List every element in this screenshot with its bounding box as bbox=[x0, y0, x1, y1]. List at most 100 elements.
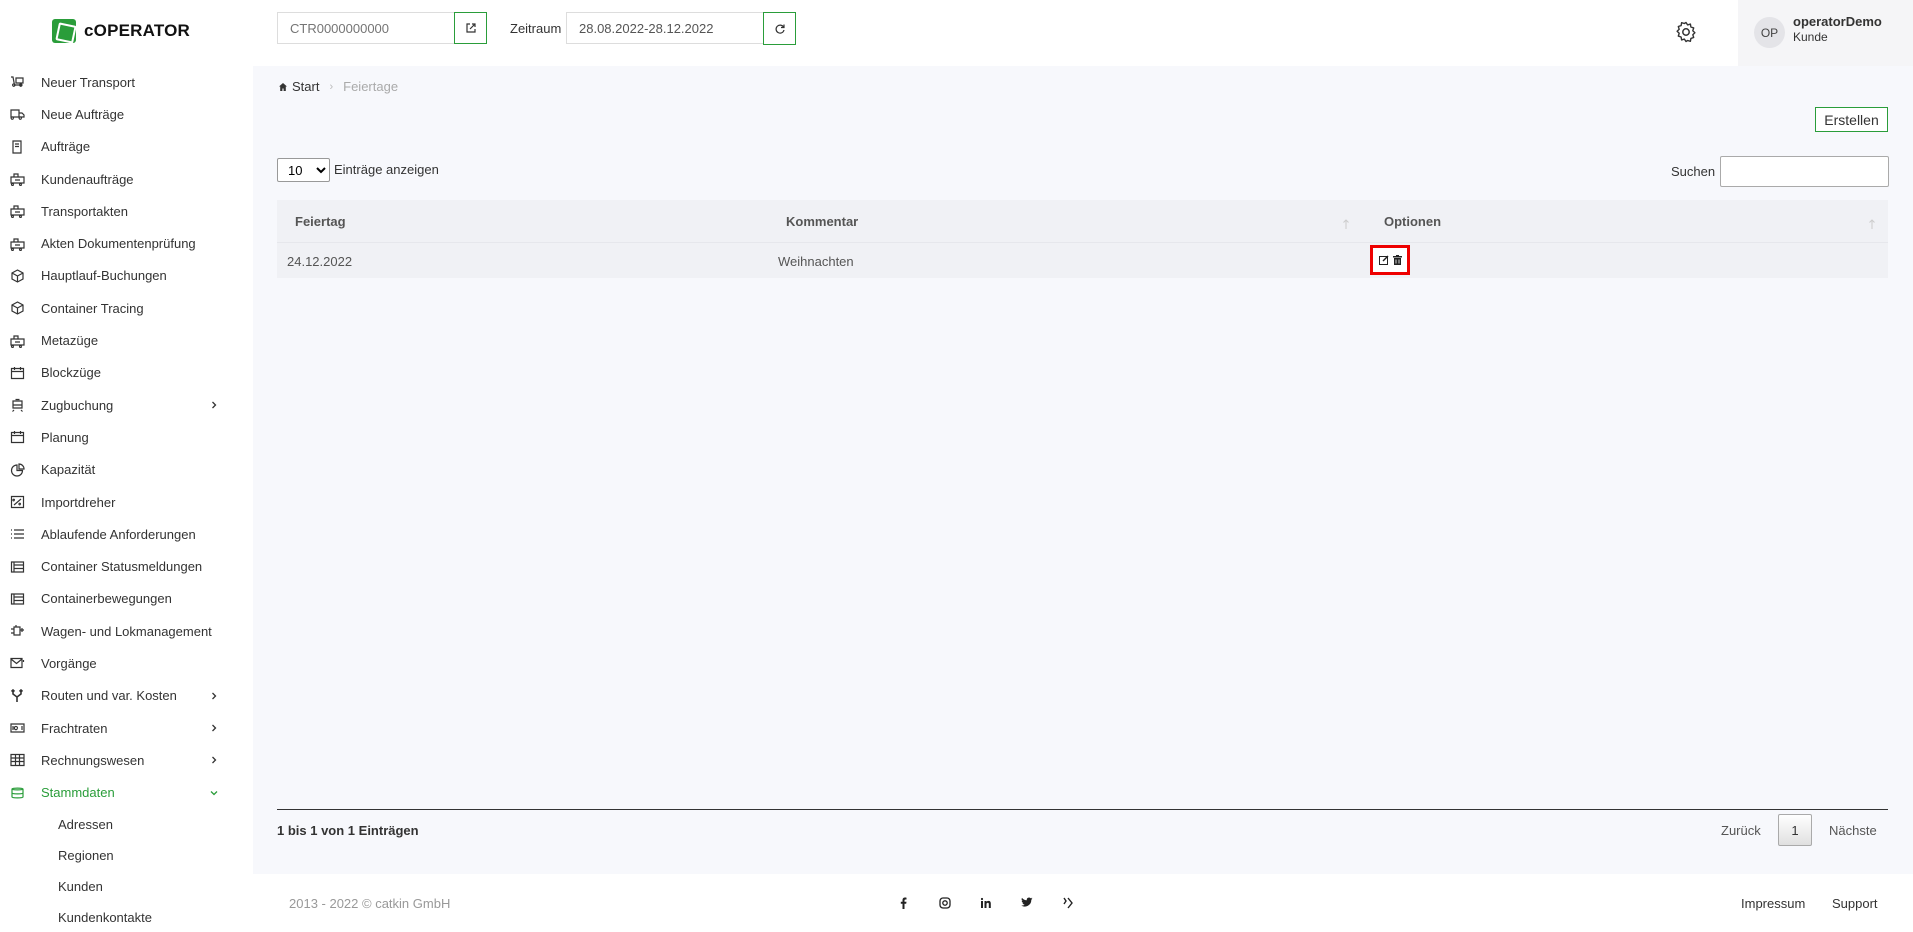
grid-doc-icon bbox=[9, 592, 25, 606]
breadcrumb: Start › Feiertage bbox=[278, 79, 398, 94]
sidebar-item-label: Containerbewegungen bbox=[41, 591, 172, 607]
chevron-right-icon bbox=[212, 692, 217, 700]
pagination-next[interactable]: Nächste bbox=[1829, 823, 1877, 838]
tram-icon bbox=[9, 398, 25, 413]
xing-icon[interactable] bbox=[1061, 896, 1074, 909]
user-name: operatorDemo bbox=[1793, 14, 1882, 29]
sidebar-item-zugbuchung[interactable]: Zugbuchung bbox=[0, 389, 253, 421]
sidebar-subitem[interactable]: Adressen bbox=[0, 809, 253, 840]
sidebar-subitem[interactable]: Kundenkontakte bbox=[0, 902, 253, 932]
sidebar-item-label: Neue Aufträge bbox=[41, 106, 125, 122]
sidebar-item-label: Rechnungswesen bbox=[41, 752, 145, 768]
search-input[interactable] bbox=[1720, 156, 1889, 187]
zeitraum-input[interactable] bbox=[566, 12, 764, 44]
table-icon bbox=[9, 753, 25, 767]
sidebar-item-hauptlauf-buchungen[interactable]: Hauptlauf-Buchungen bbox=[0, 260, 253, 292]
sidebar-subitem[interactable]: Regionen bbox=[0, 840, 253, 871]
table-header: Feiertag Kommentar Optionen bbox=[277, 200, 1888, 242]
refresh-button[interactable] bbox=[763, 12, 796, 45]
edit-icon[interactable] bbox=[1378, 255, 1389, 265]
sidebar-item-containerbewegungen[interactable]: Containerbewegungen bbox=[0, 583, 253, 615]
cell-kommentar: Weihnachten bbox=[778, 254, 854, 269]
twitter-icon[interactable] bbox=[1020, 896, 1033, 909]
delete-icon[interactable] bbox=[1392, 255, 1402, 265]
support-link[interactable]: Support bbox=[1832, 896, 1878, 911]
sidebar-item-akten-dokumentenprüfung[interactable]: Akten Dokumentenprüfung bbox=[0, 227, 253, 259]
sidebar-item-neuer-transport[interactable]: Neuer Transport bbox=[0, 66, 253, 98]
sidebar-item-label: Routen und var. Kosten bbox=[41, 688, 177, 704]
sidebar-item-kapazität[interactable]: Kapazität bbox=[0, 454, 253, 486]
cube-icon bbox=[9, 301, 25, 315]
train-icon bbox=[9, 204, 25, 219]
pagination-previous[interactable]: Zurück bbox=[1721, 823, 1761, 838]
sidebar-item-container-statusmeldungen[interactable]: Container Statusmeldungen bbox=[0, 550, 253, 582]
truck-icon bbox=[9, 75, 25, 89]
create-button[interactable]: Erstellen bbox=[1815, 107, 1888, 132]
sidebar-item-label: Transportakten bbox=[41, 203, 128, 219]
pie-chart-icon bbox=[9, 463, 25, 477]
sidebar-item-transportakten[interactable]: Transportakten bbox=[0, 195, 253, 227]
sidebar-item-kundenaufträge[interactable]: Kundenaufträge bbox=[0, 163, 253, 195]
home-icon bbox=[279, 82, 287, 91]
sidebar-item-metazüge[interactable]: Metazüge bbox=[0, 324, 253, 356]
sidebar-item-label: Metazüge bbox=[41, 333, 99, 349]
sidebar-item-planung[interactable]: Planung bbox=[0, 421, 253, 453]
sidebar-item-blockzüge[interactable]: Blockzüge bbox=[0, 357, 253, 389]
logo[interactable]: cOPERATOR bbox=[52, 18, 190, 44]
breadcrumb-separator: › bbox=[329, 80, 334, 93]
sidebar-item-rechnungswesen[interactable]: Rechnungswesen bbox=[0, 744, 253, 776]
column-header-optionen[interactable]: Optionen bbox=[1384, 214, 1441, 229]
sidebar-item-neue-aufträge[interactable]: Neue Aufträge bbox=[0, 98, 253, 130]
instagram-icon[interactable] bbox=[938, 896, 951, 909]
sidebar-item-frachtraten[interactable]: Frachtraten bbox=[0, 712, 253, 744]
pagination-page-1[interactable]: 1 bbox=[1778, 814, 1812, 846]
sidebar-item-label: Blockzüge bbox=[41, 365, 101, 381]
delivery-icon bbox=[9, 107, 25, 121]
sidebar-item-label: Ablaufende Anforderungen bbox=[41, 526, 196, 542]
footer: 2013 - 2022 © catkin GmbH Impressum Supp… bbox=[253, 874, 1913, 932]
sidebar-item-label: Vorgänge bbox=[41, 655, 97, 671]
impressum-link[interactable]: Impressum bbox=[1741, 896, 1805, 911]
sidebar-item-label: Planung bbox=[41, 429, 89, 445]
route-icon bbox=[9, 688, 25, 703]
sort-arrow-icon[interactable] bbox=[1868, 218, 1876, 230]
sidebar-item-label: Aufträge bbox=[41, 139, 91, 155]
sidebar-item-label: Container Statusmeldungen bbox=[41, 559, 203, 575]
refresh-icon bbox=[775, 24, 785, 34]
zeitraum-label: Zeitraum bbox=[510, 21, 562, 36]
column-header-feiertag[interactable]: Feiertag bbox=[295, 214, 346, 229]
sort-arrow-icon[interactable] bbox=[1342, 218, 1350, 230]
user-menu[interactable]: OP operatorDemo Kunde bbox=[1738, 0, 1913, 66]
sidebar-item-aufträge[interactable]: Aufträge bbox=[0, 131, 253, 163]
sidebar-item-ablaufende-anforderungen[interactable]: Ablaufende Anforderungen bbox=[0, 518, 253, 550]
sidebar-item-label: Kundenaufträge bbox=[41, 171, 134, 187]
column-header-kommentar[interactable]: Kommentar bbox=[786, 214, 858, 229]
ctr-open-button[interactable] bbox=[454, 12, 487, 44]
entries-length-select[interactable]: 10 bbox=[277, 158, 330, 182]
holidays-table: Feiertag Kommentar Optionen 24.12.2022 W… bbox=[277, 200, 1888, 278]
sidebar-item-label: Akten Dokumentenprüfung bbox=[41, 236, 196, 252]
sidebar-item-importdreher[interactable]: Importdreher bbox=[0, 486, 253, 518]
search-label: Suchen bbox=[1671, 164, 1716, 179]
sidebar-item-wagen-und-lokmanagement[interactable]: Wagen- und Lokmanagement bbox=[0, 615, 253, 647]
row-options bbox=[1370, 245, 1410, 275]
sidebar-item-stammdaten[interactable]: Stammdaten bbox=[0, 777, 253, 809]
logo-icon bbox=[52, 19, 76, 43]
linkedin-icon[interactable] bbox=[979, 896, 992, 909]
breadcrumb-home[interactable]: Start bbox=[278, 79, 319, 94]
sidebar-item-label: Kapazität bbox=[41, 462, 96, 478]
sidebar-item-vorgänge[interactable]: Vorgänge bbox=[0, 647, 253, 679]
sidebar-item-label: Importdreher bbox=[41, 494, 116, 510]
user-role: Kunde bbox=[1793, 30, 1828, 44]
ctr-search-input[interactable] bbox=[277, 12, 458, 44]
sidebar-subitem[interactable]: Kunden bbox=[0, 871, 253, 902]
facebook-icon[interactable] bbox=[897, 896, 910, 909]
sidebar-item-container-tracing[interactable]: Container Tracing bbox=[0, 292, 253, 324]
breadcrumb-home-label: Start bbox=[292, 79, 320, 94]
sidebar-item-label: Container Tracing bbox=[41, 300, 144, 316]
social-links bbox=[897, 896, 1074, 909]
breadcrumb-current: Feiertage bbox=[343, 79, 399, 94]
sidebar-item-routen-und-var-kosten[interactable]: Routen und var. Kosten bbox=[0, 680, 253, 712]
settings-gear-icon[interactable] bbox=[1674, 20, 1698, 44]
cell-feiertag: 24.12.2022 bbox=[287, 254, 353, 269]
